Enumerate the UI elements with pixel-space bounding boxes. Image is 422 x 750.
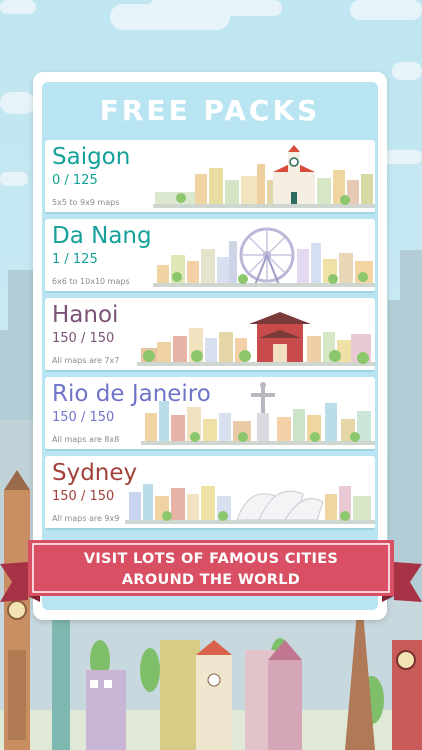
pack-description: 6x6 to 10x10 maps (52, 277, 130, 286)
pack-card-danang[interactable]: Da Nang 1 / 125 6x6 to 10x10 maps (45, 219, 375, 293)
pack-progress: 1 / 125 (52, 252, 98, 267)
panel-inner: FREE PACKS Saigon 0 / 125 5x5 to 9x9 map… (42, 82, 378, 610)
pack-description: All maps are 7x7 (52, 356, 120, 365)
pack-card-hanoi[interactable]: Hanoi 150 / 150 All maps are 7x7 (45, 298, 375, 372)
pack-card-sydney[interactable]: Sydney 150 / 150 All maps are 9x9 (45, 456, 375, 530)
pack-card-saigon[interactable]: Saigon 0 / 125 5x5 to 9x9 maps (45, 140, 375, 214)
free-packs-panel: FREE PACKS Saigon 0 / 125 5x5 to 9x9 map… (33, 72, 387, 620)
promo-banner-line1: VISIT LOTS OF FAMOUS CITIES (83, 551, 339, 567)
pack-name: Saigon (52, 144, 131, 170)
pack-name: Rio de Janeiro (52, 381, 211, 407)
pack-progress: 150 / 150 (52, 489, 115, 504)
pack-description: All maps are 8x8 (52, 435, 120, 444)
pack-progress: 150 / 150 (52, 331, 115, 346)
promo-banner-text: VISIT LOTS OF FAMOUS CITIES AROUND THE W… (40, 549, 382, 591)
pack-progress: 0 / 125 (52, 173, 98, 188)
pack-name: Hanoi (52, 302, 119, 328)
pack-description: All maps are 9x9 (52, 514, 120, 523)
pack-card-rio-de-janeiro[interactable]: Rio de Janeiro 150 / 150 All maps are 8x… (45, 377, 375, 451)
pack-name: Da Nang (52, 223, 152, 249)
pack-description: 5x5 to 9x9 maps (52, 198, 120, 207)
pack-progress: 150 / 150 (52, 410, 115, 425)
promo-banner-line2: AROUND THE WORLD (121, 572, 301, 588)
panel-title: FREE PACKS (99, 94, 321, 127)
pack-name: Sydney (52, 460, 138, 486)
